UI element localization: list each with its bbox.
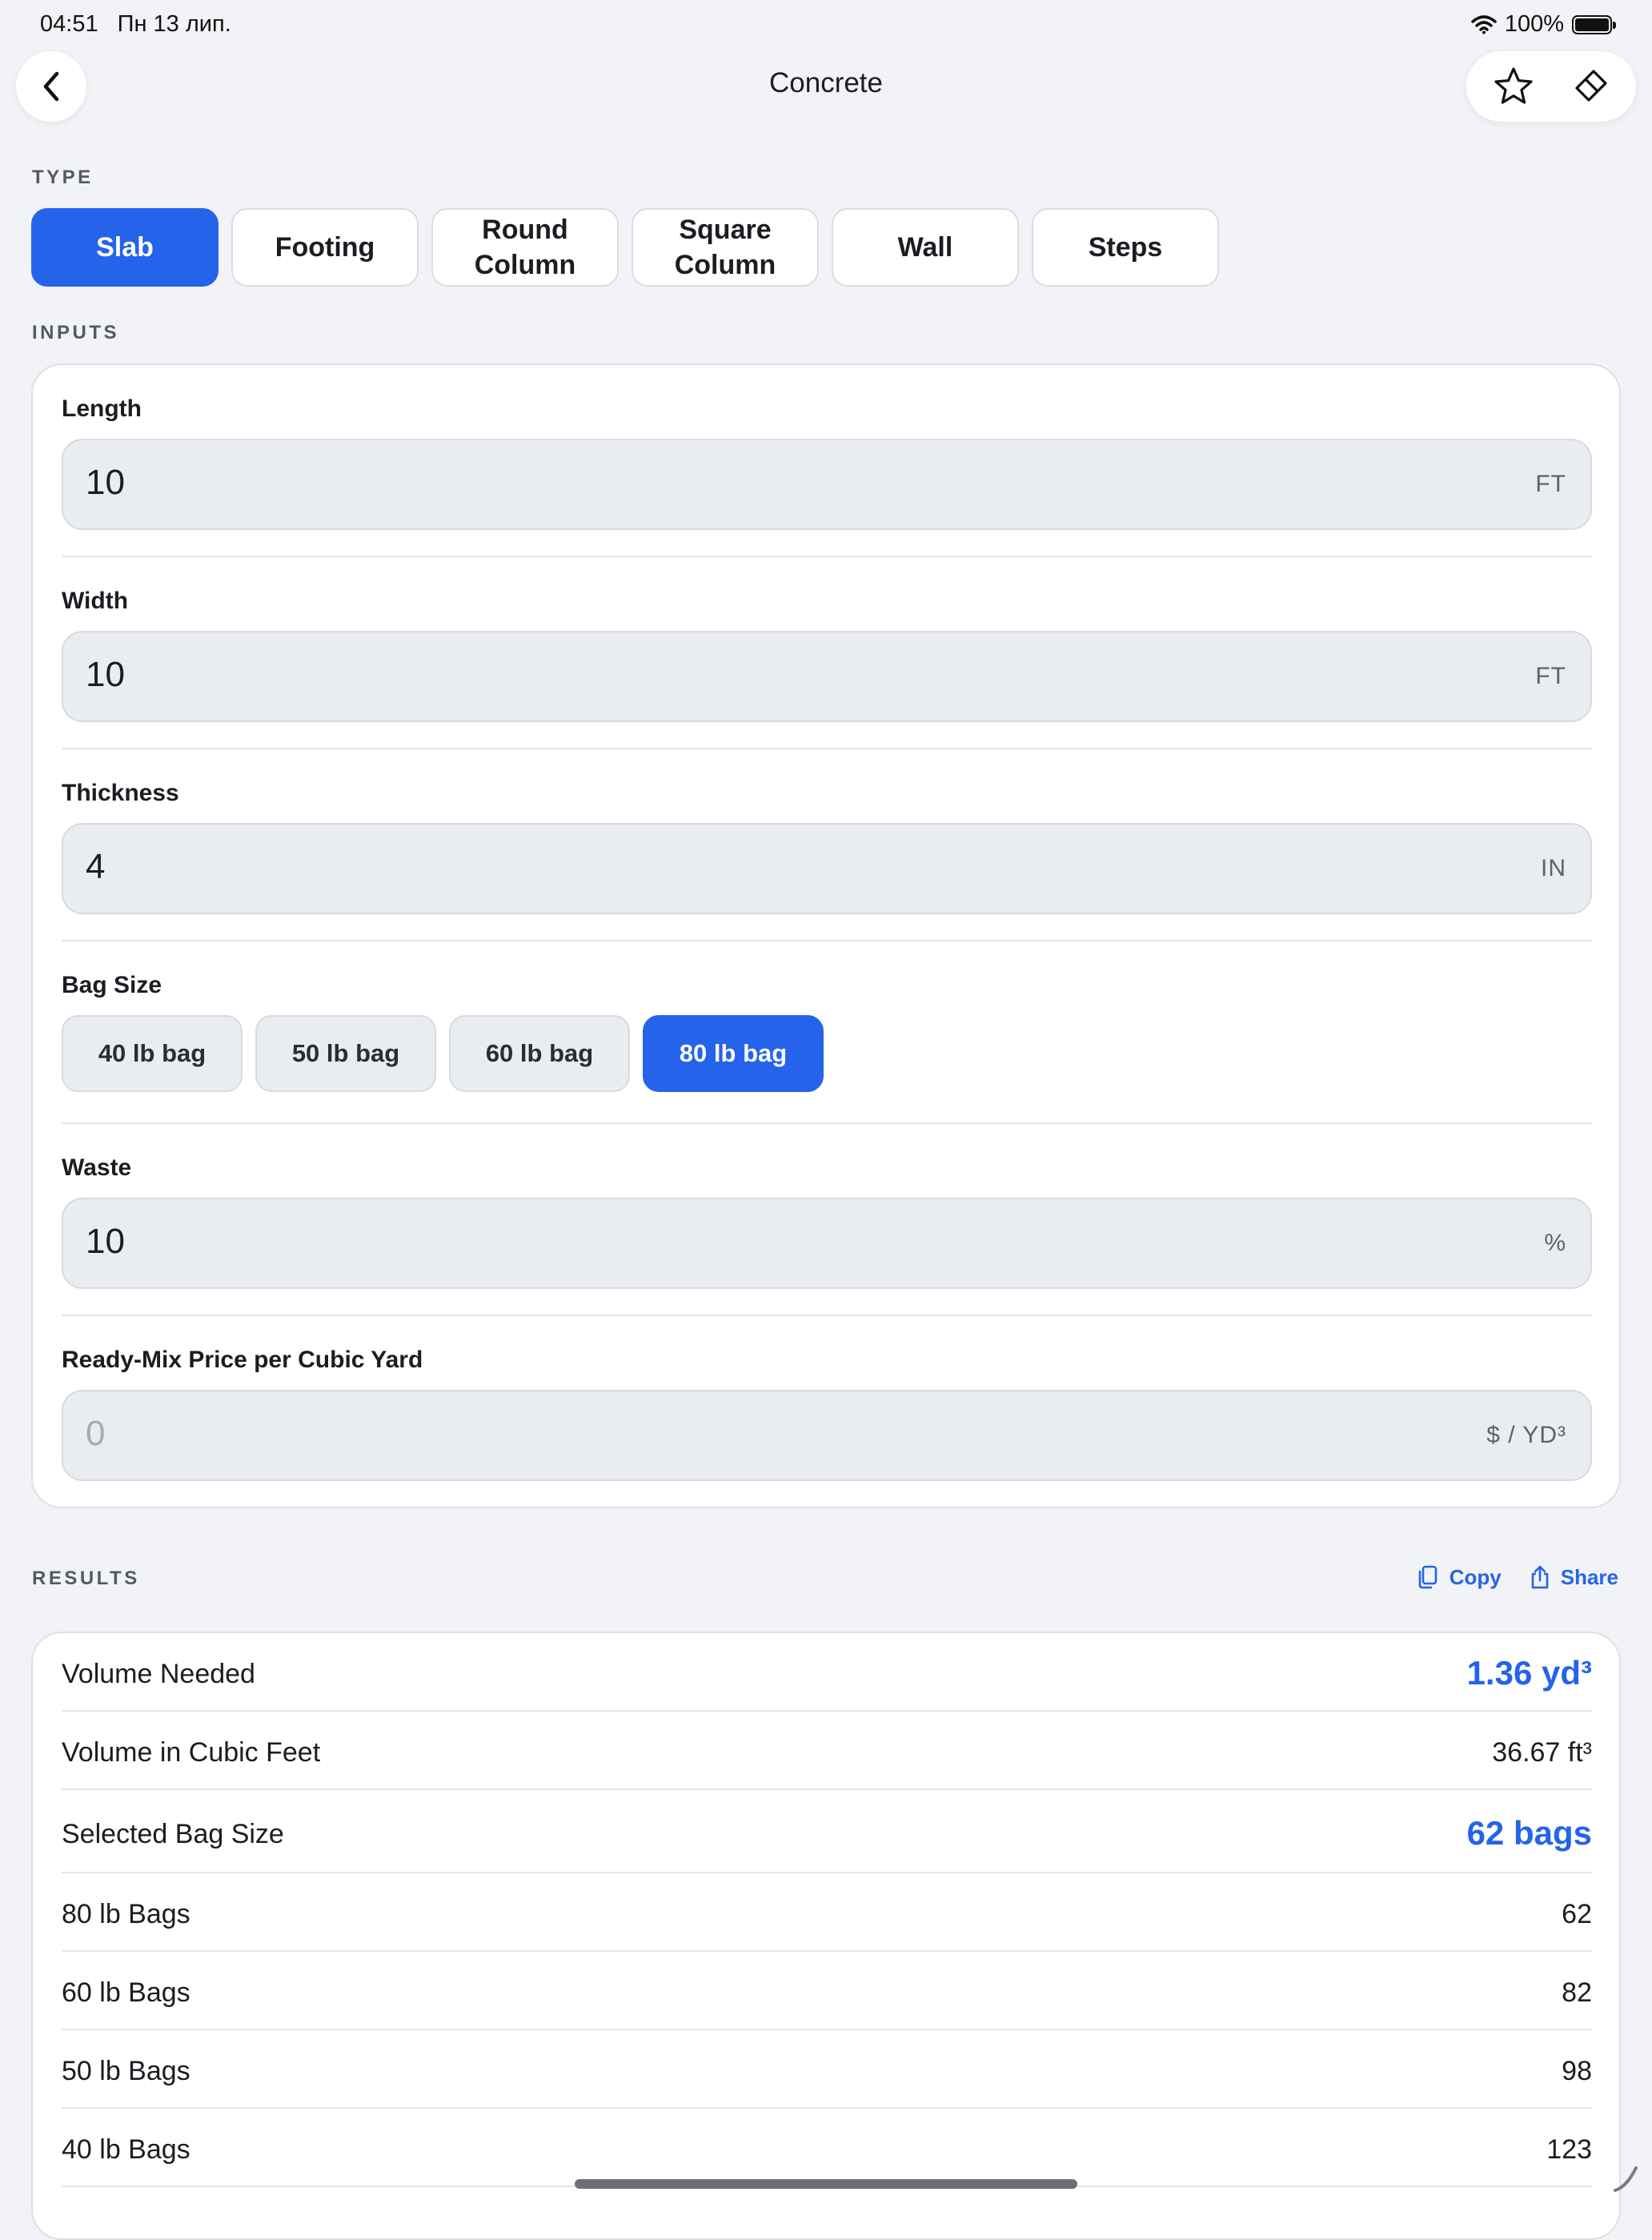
share-icon: [1531, 1565, 1549, 1589]
divider: [62, 556, 1592, 557]
result-value: 62 bags: [1466, 1814, 1592, 1852]
width-field[interactable]: 10 FT: [62, 631, 1592, 722]
share-button[interactable]: Share: [1529, 1564, 1618, 1590]
results-card: Volume Needed 1.36 yd³ Volume in Cubic F…: [31, 1632, 1621, 2240]
page-title: Concrete: [768, 67, 884, 98]
thickness-unit: IN: [1541, 855, 1566, 881]
status-bar: 04:51 Пн 13 лип. 100%: [40, 11, 1616, 43]
type-segmented-control: Slab Footing Round Column Square Column …: [31, 208, 1219, 287]
thickness-value: 4: [86, 847, 106, 886]
result-label: 40 lb Bags: [62, 2134, 190, 2165]
result-row-40lb-bags: 40 lb Bags 123: [62, 2109, 1592, 2187]
divider: [62, 1315, 1592, 1316]
status-left: 04:51 Пн 13 лип.: [40, 11, 244, 38]
inputs-section-label: INPUTS: [32, 322, 120, 343]
width-unit: FT: [1535, 663, 1566, 689]
star-icon: [1494, 67, 1533, 104]
result-row-selected-bag-size: Selected Bag Size 62 bags: [62, 1790, 1592, 1873]
clear-button[interactable]: [1570, 66, 1610, 106]
results-actions: Copy Share: [1416, 1564, 1618, 1590]
divider: [62, 1122, 1592, 1124]
type-square-column-button[interactable]: Square Column: [632, 208, 819, 287]
result-label: 60 lb Bags: [62, 1977, 190, 2008]
result-label: Volume Needed: [62, 1659, 255, 1689]
bag-40lb-button[interactable]: 40 lb bag: [62, 1015, 243, 1092]
bag-60lb-button[interactable]: 60 lb bag: [449, 1015, 630, 1092]
length-value: 10: [86, 463, 125, 502]
type-footing-button[interactable]: Footing: [231, 208, 419, 287]
bag-size-selector: 40 lb bag 50 lb bag 60 lb bag 80 lb bag: [62, 1015, 824, 1092]
width-label: Width: [62, 588, 129, 614]
waste-unit: %: [1544, 1230, 1566, 1256]
price-field[interactable]: 0 $ / YD³: [62, 1390, 1592, 1481]
result-label: 80 lb Bags: [62, 1899, 190, 1929]
share-label: Share: [1560, 1564, 1618, 1589]
type-steps-button[interactable]: Steps: [1032, 208, 1219, 287]
result-row-80lb-bags: 80 lb Bags 62: [62, 1873, 1592, 1952]
divider: [62, 748, 1592, 749]
copy-icon: [1418, 1565, 1437, 1589]
type-wall-button[interactable]: Wall: [832, 208, 1019, 287]
result-label: 50 lb Bags: [62, 2056, 190, 2086]
eraser-icon: [1574, 70, 1607, 102]
width-value: 10: [86, 655, 125, 694]
waste-value: 10: [86, 1222, 125, 1261]
result-value: 123: [1546, 2134, 1592, 2165]
type-section-label: TYPE: [32, 167, 94, 188]
inputs-card: Length 10 FT Width 10 FT Thickness 4 IN …: [31, 363, 1621, 1508]
battery-percent: 100%: [1504, 11, 1564, 37]
price-label: Ready-Mix Price per Cubic Yard: [62, 1347, 423, 1373]
battery-icon: [1572, 14, 1616, 34]
result-row-volume-needed: Volume Needed 1.36 yd³: [62, 1633, 1592, 1712]
result-row-60lb-bags: 60 lb Bags 82: [62, 1952, 1592, 2030]
result-row-50lb-bags: 50 lb Bags 98: [62, 2030, 1592, 2109]
waste-label: Waste: [62, 1154, 132, 1181]
result-value: 98: [1562, 2056, 1592, 2086]
result-label: Volume in Cubic Feet: [62, 1737, 321, 1768]
length-field[interactable]: 10 FT: [62, 439, 1592, 530]
home-indicator[interactable]: [575, 2179, 1077, 2189]
type-slab-button[interactable]: Slab: [31, 208, 219, 287]
length-unit: FT: [1535, 471, 1566, 497]
status-date: Пн 13 лип.: [117, 11, 231, 37]
result-value: 36.67 ft³: [1492, 1737, 1592, 1768]
price-unit: $ / YD³: [1486, 1422, 1566, 1448]
type-round-column-button[interactable]: Round Column: [431, 208, 619, 287]
length-label: Length: [62, 395, 142, 422]
price-placeholder: 0: [86, 1414, 106, 1453]
bag-50lb-button[interactable]: 50 lb bag: [255, 1015, 436, 1092]
copy-button[interactable]: Copy: [1416, 1564, 1502, 1590]
wifi-icon: [1471, 14, 1497, 34]
nav-actions: [1466, 51, 1636, 122]
favorite-button[interactable]: [1493, 66, 1534, 107]
bag-size-label: Bag Size: [62, 972, 162, 998]
thickness-field[interactable]: 4 IN: [62, 823, 1592, 914]
result-value: 1.36 yd³: [1466, 1654, 1592, 1692]
status-right: 100%: [1471, 11, 1616, 38]
bag-80lb-button[interactable]: 80 lb bag: [643, 1015, 824, 1092]
waste-field[interactable]: 10 %: [62, 1198, 1592, 1289]
result-row-volume-cubic-feet: Volume in Cubic Feet 36.67 ft³: [62, 1712, 1592, 1790]
scribble-icon: [1614, 2166, 1638, 2192]
result-value: 82: [1562, 1977, 1592, 2008]
copy-label: Copy: [1449, 1564, 1502, 1589]
result-label: Selected Bag Size: [62, 1819, 284, 1849]
result-value: 62: [1562, 1899, 1592, 1929]
divider: [62, 940, 1592, 941]
results-section-label: RESULTS: [32, 1568, 140, 1589]
thickness-label: Thickness: [62, 780, 179, 806]
status-time: 04:51: [40, 11, 98, 37]
